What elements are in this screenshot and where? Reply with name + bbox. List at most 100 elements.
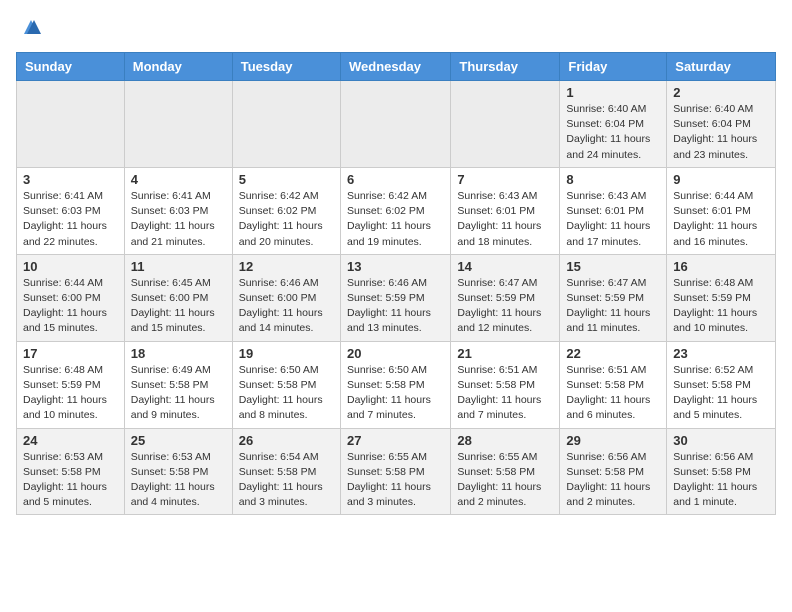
day-number: 11 xyxy=(131,259,226,274)
calendar-cell: 5 Sunrise: 6:42 AM Sunset: 6:02 PM Daylig… xyxy=(232,167,340,254)
calendar-cell: 17 Sunrise: 6:48 AM Sunset: 5:59 PM Dayli… xyxy=(17,341,125,428)
weekday-header-friday: Friday xyxy=(560,53,667,81)
day-number: 19 xyxy=(239,346,334,361)
calendar-cell xyxy=(451,81,560,168)
day-number: 8 xyxy=(566,172,660,187)
calendar-cell: 9 Sunrise: 6:44 AM Sunset: 6:01 PM Daylig… xyxy=(667,167,776,254)
calendar-header-row: SundayMondayTuesdayWednesdayThursdayFrid… xyxy=(17,53,776,81)
calendar-table: SundayMondayTuesdayWednesdayThursdayFrid… xyxy=(16,52,776,515)
calendar-cell: 16 Sunrise: 6:48 AM Sunset: 5:59 PM Dayli… xyxy=(667,254,776,341)
calendar-cell: 22Sunrise: 6:51 AM Sunset: 5:58 PM Dayli… xyxy=(560,341,667,428)
calendar-cell: 29 Sunrise: 6:56 AM Sunset: 5:58 PM Dayli… xyxy=(560,428,667,515)
calendar-cell xyxy=(232,81,340,168)
day-number: 15 xyxy=(566,259,660,274)
day-number: 4 xyxy=(131,172,226,187)
logo xyxy=(16,16,56,44)
day-number: 25 xyxy=(131,433,226,448)
day-number: 26 xyxy=(239,433,334,448)
calendar-cell xyxy=(17,81,125,168)
day-number: 16 xyxy=(673,259,769,274)
calendar-cell: 25 Sunrise: 6:53 AM Sunset: 5:58 PM Dayli… xyxy=(124,428,232,515)
day-info: Sunrise: 6:55 AM Sunset: 5:58 PM Dayligh… xyxy=(457,450,553,511)
calendar-cell: 6 Sunrise: 6:42 AM Sunset: 6:02 PM Daylig… xyxy=(340,167,450,254)
calendar-cell: 7 Sunrise: 6:43 AM Sunset: 6:01 PM Daylig… xyxy=(451,167,560,254)
day-info: Sunrise: 6:40 AM Sunset: 6:04 PM Dayligh… xyxy=(566,102,660,163)
day-info: Sunrise: 6:42 AM Sunset: 6:02 PM Dayligh… xyxy=(347,189,444,250)
calendar-week-row: 1 Sunrise: 6:40 AM Sunset: 6:04 PM Daylig… xyxy=(17,81,776,168)
day-number: 23 xyxy=(673,346,769,361)
day-info: Sunrise: 6:46 AM Sunset: 5:59 PM Dayligh… xyxy=(347,276,444,337)
calendar-cell: 1 Sunrise: 6:40 AM Sunset: 6:04 PM Daylig… xyxy=(560,81,667,168)
calendar-cell: 11 Sunrise: 6:45 AM Sunset: 6:00 PM Dayli… xyxy=(124,254,232,341)
day-number: 27 xyxy=(347,433,444,448)
calendar-cell: 19 Sunrise: 6:50 AM Sunset: 5:58 PM Dayli… xyxy=(232,341,340,428)
day-number: 2 xyxy=(673,85,769,100)
day-info: Sunrise: 6:53 AM Sunset: 5:58 PM Dayligh… xyxy=(131,450,226,511)
calendar-cell: 27Sunrise: 6:55 AM Sunset: 5:58 PM Dayli… xyxy=(340,428,450,515)
calendar-cell: 10 Sunrise: 6:44 AM Sunset: 6:00 PM Dayli… xyxy=(17,254,125,341)
logo-icon xyxy=(20,16,56,44)
day-info: Sunrise: 6:56 AM Sunset: 5:58 PM Dayligh… xyxy=(566,450,660,511)
day-info: Sunrise: 6:54 AM Sunset: 5:58 PM Dayligh… xyxy=(239,450,334,511)
day-number: 13 xyxy=(347,259,444,274)
day-info: Sunrise: 6:50 AM Sunset: 5:58 PM Dayligh… xyxy=(239,363,334,424)
day-number: 7 xyxy=(457,172,553,187)
day-number: 24 xyxy=(23,433,118,448)
calendar-cell: 15 Sunrise: 6:47 AM Sunset: 5:59 PM Dayli… xyxy=(560,254,667,341)
calendar-cell: 14Sunrise: 6:47 AM Sunset: 5:59 PM Dayli… xyxy=(451,254,560,341)
day-number: 21 xyxy=(457,346,553,361)
day-info: Sunrise: 6:45 AM Sunset: 6:00 PM Dayligh… xyxy=(131,276,226,337)
calendar-cell: 24 Sunrise: 6:53 AM Sunset: 5:58 PM Dayli… xyxy=(17,428,125,515)
day-info: Sunrise: 6:48 AM Sunset: 5:59 PM Dayligh… xyxy=(673,276,769,337)
day-number: 6 xyxy=(347,172,444,187)
day-number: 14 xyxy=(457,259,553,274)
day-info: Sunrise: 6:49 AM Sunset: 5:58 PM Dayligh… xyxy=(131,363,226,424)
calendar-week-row: 17 Sunrise: 6:48 AM Sunset: 5:59 PM Dayli… xyxy=(17,341,776,428)
day-info: Sunrise: 6:52 AM Sunset: 5:58 PM Dayligh… xyxy=(673,363,769,424)
calendar-cell xyxy=(340,81,450,168)
weekday-header-saturday: Saturday xyxy=(667,53,776,81)
day-info: Sunrise: 6:44 AM Sunset: 6:00 PM Dayligh… xyxy=(23,276,118,337)
day-info: Sunrise: 6:41 AM Sunset: 6:03 PM Dayligh… xyxy=(23,189,118,250)
day-number: 17 xyxy=(23,346,118,361)
day-info: Sunrise: 6:44 AM Sunset: 6:01 PM Dayligh… xyxy=(673,189,769,250)
weekday-header-wednesday: Wednesday xyxy=(340,53,450,81)
calendar-cell: 30 Sunrise: 6:56 AM Sunset: 5:58 PM Dayli… xyxy=(667,428,776,515)
day-number: 29 xyxy=(566,433,660,448)
calendar-cell: 2Sunrise: 6:40 AM Sunset: 6:04 PM Daylig… xyxy=(667,81,776,168)
page-header xyxy=(16,16,776,44)
calendar-week-row: 24 Sunrise: 6:53 AM Sunset: 5:58 PM Dayli… xyxy=(17,428,776,515)
weekday-header-monday: Monday xyxy=(124,53,232,81)
calendar-cell xyxy=(124,81,232,168)
day-number: 5 xyxy=(239,172,334,187)
day-info: Sunrise: 6:56 AM Sunset: 5:58 PM Dayligh… xyxy=(673,450,769,511)
day-number: 18 xyxy=(131,346,226,361)
calendar-week-row: 10 Sunrise: 6:44 AM Sunset: 6:00 PM Dayli… xyxy=(17,254,776,341)
calendar-cell: 28 Sunrise: 6:55 AM Sunset: 5:58 PM Dayli… xyxy=(451,428,560,515)
calendar-cell: 8 Sunrise: 6:43 AM Sunset: 6:01 PM Daylig… xyxy=(560,167,667,254)
calendar-cell: 21 Sunrise: 6:51 AM Sunset: 5:58 PM Dayli… xyxy=(451,341,560,428)
day-number: 3 xyxy=(23,172,118,187)
day-info: Sunrise: 6:43 AM Sunset: 6:01 PM Dayligh… xyxy=(566,189,660,250)
calendar-cell: 23 Sunrise: 6:52 AM Sunset: 5:58 PM Dayli… xyxy=(667,341,776,428)
calendar-cell: 4 Sunrise: 6:41 AM Sunset: 6:03 PM Daylig… xyxy=(124,167,232,254)
day-number: 10 xyxy=(23,259,118,274)
calendar-cell: 3 Sunrise: 6:41 AM Sunset: 6:03 PM Daylig… xyxy=(17,167,125,254)
day-info: Sunrise: 6:41 AM Sunset: 6:03 PM Dayligh… xyxy=(131,189,226,250)
day-info: Sunrise: 6:48 AM Sunset: 5:59 PM Dayligh… xyxy=(23,363,118,424)
day-info: Sunrise: 6:43 AM Sunset: 6:01 PM Dayligh… xyxy=(457,189,553,250)
day-number: 9 xyxy=(673,172,769,187)
day-info: Sunrise: 6:50 AM Sunset: 5:58 PM Dayligh… xyxy=(347,363,444,424)
calendar-cell: 12Sunrise: 6:46 AM Sunset: 6:00 PM Dayli… xyxy=(232,254,340,341)
day-number: 28 xyxy=(457,433,553,448)
day-info: Sunrise: 6:51 AM Sunset: 5:58 PM Dayligh… xyxy=(457,363,553,424)
weekday-header-sunday: Sunday xyxy=(17,53,125,81)
day-info: Sunrise: 6:47 AM Sunset: 5:59 PM Dayligh… xyxy=(566,276,660,337)
weekday-header-thursday: Thursday xyxy=(451,53,560,81)
day-number: 12 xyxy=(239,259,334,274)
day-number: 30 xyxy=(673,433,769,448)
day-number: 1 xyxy=(566,85,660,100)
day-info: Sunrise: 6:42 AM Sunset: 6:02 PM Dayligh… xyxy=(239,189,334,250)
day-number: 22 xyxy=(566,346,660,361)
day-info: Sunrise: 6:53 AM Sunset: 5:58 PM Dayligh… xyxy=(23,450,118,511)
